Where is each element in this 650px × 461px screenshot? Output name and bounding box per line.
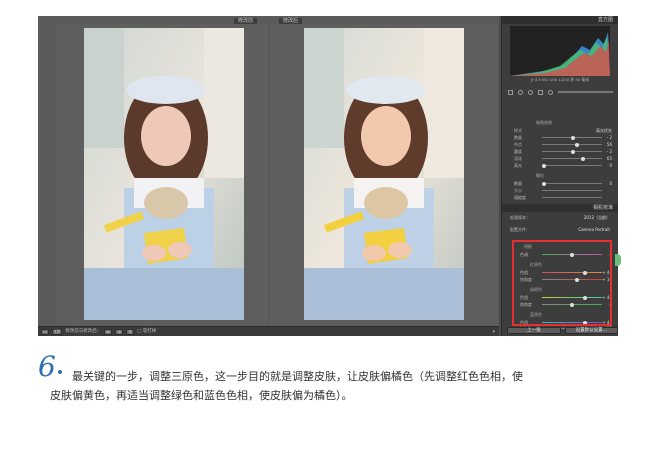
view-mode-button[interactable]: Y|Y bbox=[52, 328, 63, 335]
panel-edge-tab[interactable] bbox=[615, 254, 621, 266]
histogram-header[interactable]: 直方图 bbox=[502, 16, 618, 24]
grain-amount-row[interactable]: 数量 0 bbox=[508, 181, 614, 186]
previous-button[interactable]: 上一张 bbox=[507, 327, 561, 334]
vignette-amount-row[interactable]: 数量 - 2 bbox=[508, 135, 614, 140]
grid-view-button[interactable]: ▭ bbox=[41, 328, 49, 335]
panel-action-buttons: 上一张 设置默认设置... bbox=[507, 327, 618, 336]
red-eye-icon[interactable] bbox=[528, 89, 533, 95]
vignette-section-title: 暗角效果 bbox=[536, 120, 552, 125]
vignette-style-row[interactable]: 样式 高光优先 bbox=[508, 128, 614, 133]
caption-line-1: 最关键的一步，调整三原色，这一步目的就是调整皮肤，让皮肤偏橘色（先调整红色色相，… bbox=[72, 370, 523, 383]
switch-button[interactable]: ⇅ bbox=[126, 328, 135, 335]
vignette-roundness-row[interactable]: 圆度 - 2 bbox=[508, 149, 614, 154]
caption-line-2: 皮肤偏黄色，再适当调整绿色和蓝色色相，使皮肤偏为橘色）。 bbox=[50, 389, 353, 402]
swap-button[interactable]: ⇄ bbox=[104, 328, 113, 335]
histogram bbox=[510, 26, 610, 76]
compare-toolbar: ▭ Y|Y 修改前与修改后： ⇄ ⇉ ⇅ □ 软打样 ▾ bbox=[38, 326, 499, 336]
soft-proof-label: 软打样 bbox=[142, 328, 157, 334]
brush-slider[interactable] bbox=[558, 91, 613, 93]
tool-strip bbox=[508, 88, 613, 96]
grain-size-row[interactable]: 大小 bbox=[508, 188, 614, 193]
spot-removal-icon[interactable] bbox=[518, 89, 523, 95]
vignette-highlights-row[interactable]: 高光 0 bbox=[508, 163, 614, 168]
process-version-row[interactable]: 处理版本： 2012（当前） bbox=[508, 215, 614, 221]
before-photo bbox=[84, 28, 244, 320]
compare-text: 修改前与修改后： bbox=[65, 328, 102, 334]
soft-proof-checkbox[interactable]: □ 软打样 bbox=[137, 329, 156, 335]
after-pane[interactable] bbox=[270, 24, 498, 327]
calibration-highlight-box bbox=[512, 240, 612, 326]
camera-calibration-header[interactable]: 相机校准 bbox=[502, 204, 618, 212]
vignette-midpoint-row[interactable]: 中点 56 bbox=[508, 142, 614, 147]
step-number: 6 bbox=[38, 350, 56, 383]
copy-button[interactable]: ⇉ bbox=[115, 328, 124, 335]
after-photo bbox=[304, 28, 464, 320]
profile-row[interactable]: 配置文件： Camera Portrait bbox=[508, 227, 614, 233]
develop-right-panel: 直方图 ƒ/ 4.5 ISO 100 1/250 秒 50 毫米 暗角效果 样式… bbox=[501, 16, 618, 336]
step-dot bbox=[58, 370, 62, 374]
radial-filter-icon[interactable] bbox=[548, 89, 553, 95]
graduated-filter-icon[interactable] bbox=[538, 89, 543, 95]
reset-defaults-button[interactable]: 设置默认设置... bbox=[564, 327, 618, 334]
chevron-down-icon[interactable]: ▾ bbox=[492, 329, 495, 335]
histogram-info: ƒ/ 4.5 ISO 100 1/250 秒 50 毫米 bbox=[530, 77, 590, 82]
grain-section-title: 颗粒 bbox=[536, 173, 544, 178]
before-pane[interactable] bbox=[56, 24, 268, 327]
crop-icon[interactable] bbox=[508, 89, 513, 95]
vignette-feather-row[interactable]: 羽化 65 bbox=[508, 156, 614, 161]
grain-roughness-row[interactable]: 粗糙度 bbox=[508, 195, 614, 200]
compare-view: 修改前 修改后 ▭ Y|Y 修改前与修改后： ⇄ ⇉ ⇅ □ 软打样 ▾ bbox=[38, 16, 499, 336]
lightroom-window: 修改前 修改后 ▭ Y|Y 修改前与修改后： ⇄ ⇉ ⇅ □ 软打样 ▾ 直方图… bbox=[38, 16, 618, 336]
